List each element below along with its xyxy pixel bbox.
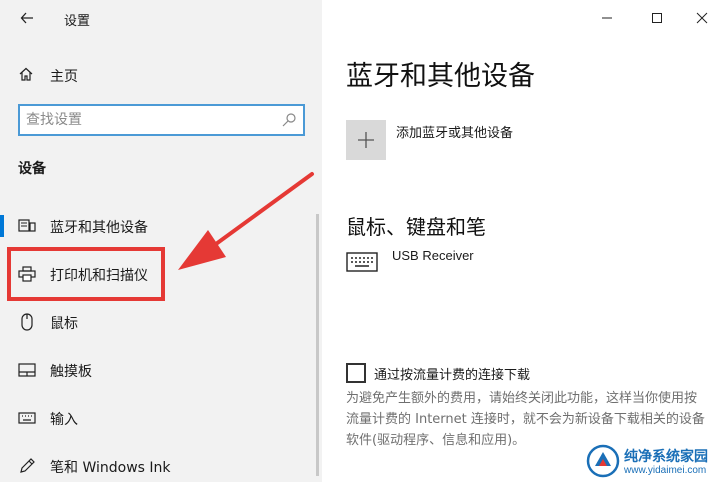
watermark: 纯净系统家园 www.yidaimei.com [580, 440, 725, 482]
watermark-url: www.yidaimei.com [624, 465, 707, 476]
watermark-name: 纯净系统家园 [624, 449, 708, 465]
watermark-logo-icon [586, 444, 620, 478]
annotation-arrow-icon [178, 172, 314, 270]
